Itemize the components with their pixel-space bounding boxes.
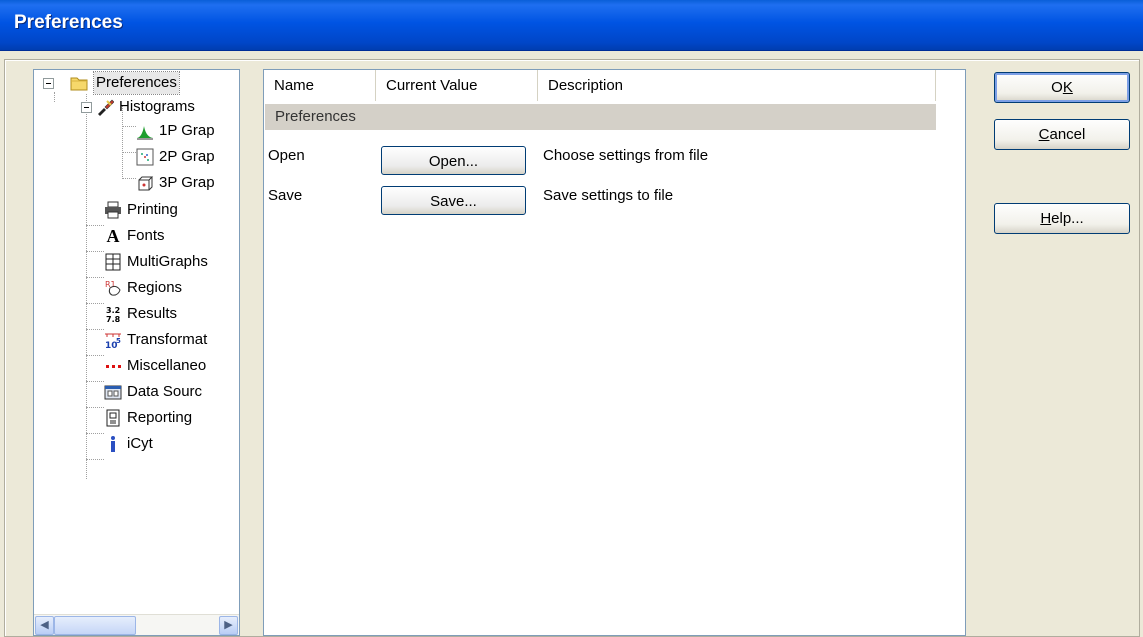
cancel-label: ancel (1049, 126, 1086, 143)
info-i-icon (111, 436, 115, 452)
cancel-button[interactable]: Cancel (994, 119, 1130, 150)
svg-text:3.2: 3.2 (106, 306, 120, 315)
report-document-icon (106, 409, 120, 427)
tree-label: 2P Grap (159, 148, 215, 165)
tree-item-miscellaneous[interactable]: Miscellaneo (34, 355, 239, 377)
tree-item-data-sources[interactable]: Data Sourc (34, 381, 239, 403)
tree-label: Regions (127, 279, 183, 296)
row-name-open: Open (268, 147, 305, 164)
tree-label: Printing (127, 201, 178, 218)
tree-label: Miscellaneo (127, 357, 207, 374)
tree-item-icyt[interactable]: iCyt (34, 433, 239, 455)
tree-label: Transformat (127, 331, 208, 348)
tree-label: 1P Grap (159, 122, 215, 139)
ellipsis-icon (106, 365, 121, 368)
scroll-right-icon[interactable]: ▶ (219, 616, 238, 635)
svg-text:5: 5 (116, 337, 121, 345)
tree-item-preferences[interactable]: Preferences (34, 71, 239, 95)
cube-plot-icon (138, 176, 154, 191)
section-header: Preferences (265, 104, 936, 130)
dot-plot-icon (136, 148, 154, 166)
help-mnemonic: H (1040, 210, 1052, 227)
tree-item-transformations[interactable]: 10 5 Transformat (34, 329, 239, 351)
tree-item-3p-graph[interactable]: 3P Grap (34, 172, 239, 194)
svg-text:7.8: 7.8 (106, 315, 121, 323)
tree-label: iCyt (127, 435, 153, 452)
help-label: elp... (1051, 210, 1084, 227)
data-source-window-icon (104, 385, 122, 400)
results-numbers-icon: 3.27.8 (106, 306, 121, 323)
dialog-client: Preferences Histograms 1P Grap 2P Grap 3… (0, 51, 1143, 637)
settings-grid: Name Current Value Description Preferenc… (263, 69, 966, 636)
tree-label: MultiGraphs (127, 253, 208, 270)
grid-layout-icon (105, 253, 121, 271)
font-a-icon: A (106, 226, 120, 246)
preferences-tree[interactable]: Preferences Histograms 1P Grap 2P Grap 3… (33, 69, 240, 636)
tree-item-printing[interactable]: Printing (34, 199, 239, 221)
row-name-save: Save (268, 187, 303, 204)
transform-scale-icon: 105 (105, 333, 121, 349)
tree-label: Data Sourc (127, 383, 203, 400)
scrollbar-thumb[interactable] (54, 616, 136, 635)
grid-header: Name Current Value Description (264, 70, 936, 103)
tree-item-fonts[interactable]: A Fonts (34, 225, 239, 247)
tree-item-1p-graph[interactable]: 1P Grap (34, 120, 239, 142)
column-header-description[interactable]: Description (538, 70, 936, 101)
ok-label: O (1051, 79, 1063, 96)
collapse-toggle[interactable] (43, 78, 54, 89)
column-header-name[interactable]: Name (264, 70, 376, 101)
open-settings-button[interactable]: Open... (381, 146, 526, 175)
tree-label: Results (127, 305, 178, 322)
tree-item-regions[interactable]: R1 Regions (34, 277, 239, 299)
printer-icon (105, 201, 121, 219)
ok-mnemonic: K (1062, 79, 1073, 96)
column-header-current-value[interactable]: Current Value (376, 70, 538, 101)
cancel-mnemonic: C (1038, 126, 1050, 143)
row-description-open: Choose settings from file (543, 147, 709, 164)
row-description-save: Save settings to file (543, 187, 674, 204)
save-settings-button[interactable]: Save... (381, 186, 526, 215)
tree-horizontal-scrollbar[interactable]: ◀ ▶ (34, 614, 239, 635)
tree-label: 3P Grap (159, 174, 215, 191)
collapse-toggle[interactable] (81, 102, 92, 113)
tree-label: Histograms (119, 98, 195, 115)
tree-label: Reporting (127, 409, 193, 426)
title-bar: Preferences (0, 0, 1143, 51)
tree-item-results[interactable]: 3.2 7.8 Results (34, 303, 239, 325)
window-title: Preferences (14, 12, 123, 33)
brush-icon (98, 99, 114, 116)
tree-item-reporting[interactable]: Reporting (34, 407, 239, 429)
scroll-left-icon[interactable]: ◀ (35, 616, 54, 635)
help-button[interactable]: Help... (994, 203, 1130, 234)
tree-line (86, 459, 104, 460)
tree-item-2p-graph[interactable]: 2P Grap (34, 146, 239, 168)
tree-label: Fonts (127, 227, 165, 244)
histogram-peak-icon (137, 126, 153, 140)
tree-item-histograms[interactable]: Histograms (34, 96, 239, 118)
tree-label: Preferences (93, 71, 180, 95)
region-icon: R1 (105, 280, 121, 296)
ok-button[interactable]: OK (994, 72, 1130, 103)
tree-item-multigraphs[interactable]: MultiGraphs (34, 251, 239, 273)
folder-icon (70, 77, 88, 91)
